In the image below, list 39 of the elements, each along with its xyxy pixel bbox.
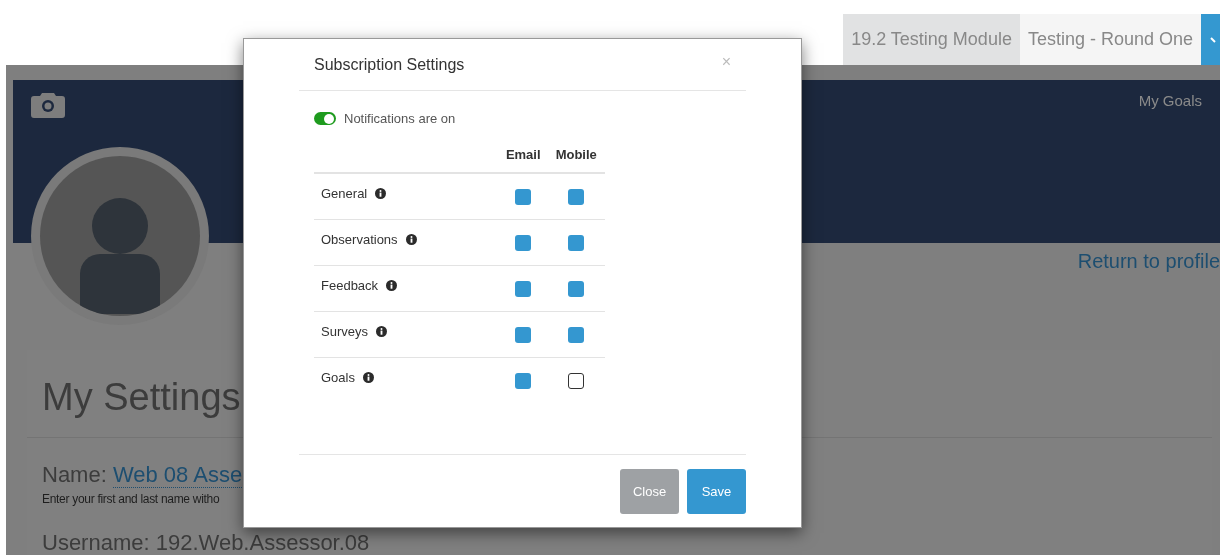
camera-icon[interactable] (31, 90, 65, 118)
close-button[interactable]: × (721, 49, 731, 74)
checkbox[interactable] (515, 373, 532, 389)
info-icon[interactable] (375, 325, 387, 337)
settings-title: My Settings (42, 376, 241, 418)
checkbox[interactable] (515, 326, 532, 343)
chevron-icon (1210, 34, 1218, 45)
row-label: Observations (321, 230, 398, 249)
name-label: Name: (42, 462, 107, 487)
column-header: Mobile (547, 144, 605, 173)
checkbox[interactable] (568, 189, 585, 205)
info-icon[interactable] (362, 371, 374, 383)
save-button[interactable]: Save (687, 469, 746, 514)
checkbox[interactable] (568, 280, 585, 297)
row-label: Goals (321, 368, 355, 387)
dialog-title: Subscription Settings (314, 54, 465, 75)
username-text: Username: 192.Web.Assessor.08 (42, 532, 371, 554)
row-label: Surveys (321, 322, 368, 341)
checkbox[interactable] (568, 234, 585, 251)
info-icon[interactable] (375, 188, 387, 200)
return-to-profile-link[interactable]: Return to profile (1077, 246, 1220, 276)
checkbox[interactable] (515, 189, 532, 205)
info-icon[interactable] (405, 233, 417, 245)
column-header: Email (499, 144, 548, 173)
name-value-link[interactable]: Web 08 Asse (112, 462, 243, 488)
info-icon[interactable] (386, 279, 398, 291)
checkbox[interactable] (515, 234, 532, 251)
module-tab[interactable]: 19.2 Testing Module (843, 14, 1020, 65)
module-tab[interactable]: Testing - Round One (1019, 14, 1201, 65)
checkbox[interactable] (568, 326, 585, 343)
row-label: Feedback (321, 276, 379, 295)
close-button[interactable]: Close (620, 469, 679, 514)
row-label: General (321, 185, 368, 203)
notifications-label: Notifications are on (344, 110, 456, 128)
checkbox[interactable] (568, 373, 585, 389)
name-hint: Enter your first and last name witho (42, 491, 220, 508)
notifications-toggle[interactable] (314, 112, 336, 126)
checkbox[interactable] (515, 280, 532, 297)
my-goals-link[interactable]: My Goals (1138, 90, 1202, 113)
